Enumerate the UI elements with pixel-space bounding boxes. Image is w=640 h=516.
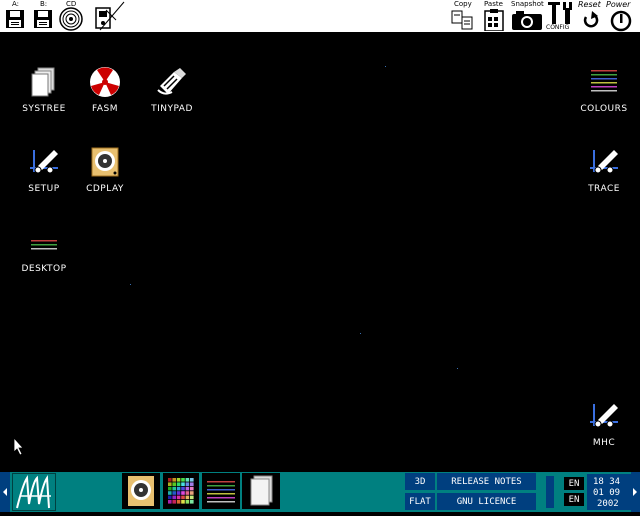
power-icon — [610, 10, 632, 32]
paste-icon — [484, 9, 504, 31]
menu-button[interactable] — [12, 473, 56, 511]
floppy-a-icon — [6, 10, 24, 28]
clock-year: 2002 — [597, 499, 619, 509]
mhc-icon — [590, 404, 618, 428]
trace-icon — [590, 150, 618, 174]
cd-icon — [59, 7, 83, 31]
drive-a-label: A: — [12, 0, 20, 8]
taskbar-separator — [546, 476, 554, 508]
reset-label: Reset — [578, 0, 601, 9]
language-button-1[interactable]: EN — [564, 477, 584, 490]
kolibri-logo-icon — [16, 474, 51, 509]
desktop-pixel — [130, 284, 131, 285]
taskbar-scroll-left[interactable] — [0, 472, 10, 512]
lines-icon — [207, 481, 235, 503]
taskbar: 3D FLAT RELEASE NOTES GNU LICENCE EN EN … — [0, 472, 640, 512]
desktop-pixel — [457, 368, 458, 369]
quick-launch-desktop[interactable] — [202, 473, 240, 509]
paste-button[interactable]: Paste — [481, 0, 509, 32]
snapshot-button[interactable]: Snapshot — [510, 0, 546, 32]
language-button-2[interactable]: EN — [564, 493, 584, 506]
button-3d[interactable]: 3D — [405, 473, 435, 490]
taskbar-scroll-right[interactable] — [631, 472, 640, 512]
cdplay-icon — [91, 147, 119, 177]
copy-icon — [451, 10, 473, 30]
mouse-cursor-icon — [13, 437, 24, 456]
speaker-icon — [128, 476, 154, 506]
desktop-pixel — [385, 66, 386, 67]
tinypad-icon — [157, 68, 186, 95]
document-icon — [250, 475, 273, 506]
release-notes-button[interactable]: RELEASE NOTES — [437, 473, 536, 490]
drive-cd-button[interactable]: CD — [58, 0, 84, 32]
desktop-icon-colours[interactable]: COLOURS — [564, 66, 640, 114]
config-label: CONFIG — [546, 24, 570, 31]
drive-b-button[interactable]: B: — [30, 0, 56, 32]
paste-label: Paste — [484, 0, 503, 8]
colours-icon — [591, 70, 617, 92]
desktop-icon — [31, 240, 57, 250]
quick-launch-systree[interactable] — [242, 473, 280, 509]
clock-panel: 18 34 01 09 2002 — [587, 474, 631, 510]
desktop-icon-label: MHC — [592, 438, 616, 448]
drive-a-button[interactable]: A: — [2, 0, 28, 32]
fasm-icon — [90, 67, 120, 97]
config-icon — [548, 2, 572, 24]
arrow-right-icon — [633, 488, 637, 496]
desktop-icon-label: TINYPAD — [151, 104, 193, 114]
desktop-pixel — [360, 333, 361, 334]
desktop-icon-label: CDPLAY — [86, 184, 124, 194]
desktop-icon-tinypad[interactable]: TINYPAD — [132, 66, 212, 114]
desktop-icon-label: COLOURS — [580, 104, 628, 114]
clock-date: 01 09 — [593, 488, 621, 498]
desktop-icon-cdplay[interactable]: CDPLAY — [65, 146, 145, 194]
reset-button[interactable]: Reset — [578, 0, 606, 32]
desktop-icon-label: TRACE — [588, 184, 620, 194]
top-panel: A: B: CD Copy Paste Snapshot CONFIG Rese… — [0, 0, 640, 32]
drive-b-label: B: — [40, 0, 48, 8]
systree-icon — [31, 67, 55, 97]
desktop-icon-trace[interactable]: TRACE — [564, 146, 640, 194]
reset-icon — [583, 11, 599, 28]
quick-launch-cdplay[interactable] — [122, 473, 160, 509]
copy-label: Copy — [454, 0, 472, 8]
clock-time: 18 34 — [593, 477, 621, 487]
copy-button[interactable]: Copy — [450, 0, 478, 32]
gnu-licence-button[interactable]: GNU LICENCE — [437, 493, 536, 510]
floppy-b-icon — [34, 10, 52, 28]
desktop-icon-desktop[interactable]: DESKTOP — [4, 226, 84, 274]
setup-icon — [30, 150, 58, 174]
quick-launch-palette[interactable] — [163, 473, 199, 509]
arrow-left-icon — [3, 488, 7, 496]
power-button[interactable]: Power — [606, 0, 638, 32]
desktop-icon-mhc[interactable]: MHC — [564, 400, 640, 448]
desktop-icon-label: DESKTOP — [21, 264, 67, 274]
palette-icon — [168, 478, 194, 504]
snapshot-label: Snapshot — [511, 0, 544, 8]
config-button[interactable]: CONFIG — [546, 0, 576, 32]
drive-hd-button[interactable] — [86, 0, 126, 32]
hd-icon — [95, 1, 125, 31]
camera-icon — [512, 11, 542, 30]
power-label: Power — [606, 0, 631, 9]
button-flat[interactable]: FLAT — [405, 493, 435, 510]
